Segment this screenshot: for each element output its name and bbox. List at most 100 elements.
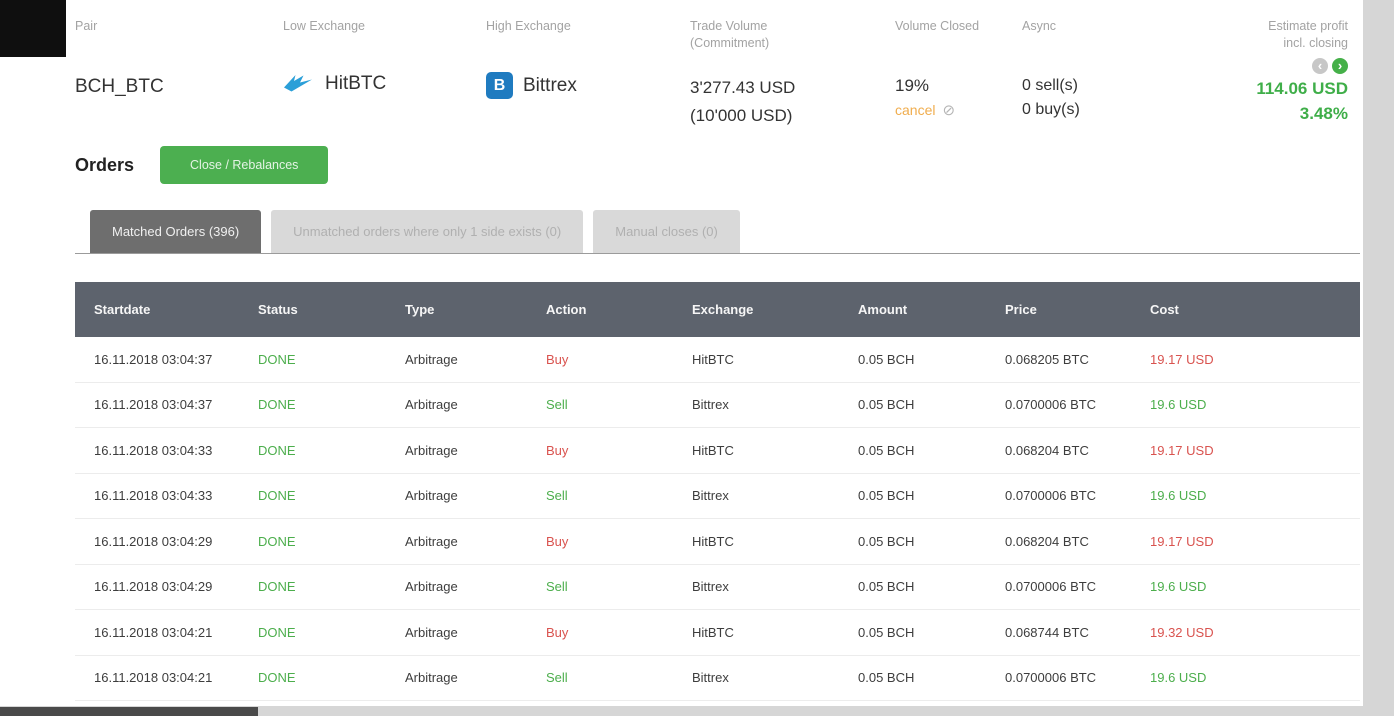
table-row: 16.11.2018 03:04:33 DONE Arbitrage Sell …	[75, 474, 1360, 520]
high-exchange-value: Bittrex	[523, 75, 577, 97]
table-row: 16.11.2018 03:04:21 DONE Arbitrage Buy H…	[75, 610, 1360, 656]
cell-cost: 19.32 USD	[1150, 625, 1360, 640]
trade-volume-value: 3'277.43 USD	[690, 74, 895, 102]
header-type: Type	[405, 302, 546, 317]
cell-startdate: 16.11.2018 03:04:21	[94, 625, 258, 640]
high-exchange-column-label: High Exchange	[486, 18, 690, 52]
table-row: 16.11.2018 03:04:37 DONE Arbitrage Sell …	[75, 383, 1360, 429]
cell-type: Arbitrage	[405, 625, 546, 640]
table-row: 16.11.2018 03:04:33 DONE Arbitrage Buy H…	[75, 428, 1360, 474]
cell-price: 0.068205 BTC	[1005, 352, 1150, 367]
trade-volume-label-line2: (Commitment)	[690, 36, 769, 50]
cell-action: Sell	[546, 397, 692, 412]
cell-status: DONE	[258, 488, 405, 503]
cell-action: Sell	[546, 670, 692, 685]
cancel-icon: ⊘	[942, 103, 955, 118]
pair-column-label: Pair	[75, 18, 283, 52]
header-action: Action	[546, 302, 692, 317]
async-buys-value: 0 buy(s)	[1022, 98, 1182, 122]
volume-closed-column: Volume Closed 19% cancel ⊘	[895, 18, 1022, 130]
cell-cost: 19.6 USD	[1150, 397, 1360, 412]
cell-cost: 19.17 USD	[1150, 443, 1360, 458]
cell-action: Buy	[546, 443, 692, 458]
cell-startdate: 16.11.2018 03:04:33	[94, 443, 258, 458]
cell-exchange: Bittrex	[692, 670, 858, 685]
header-startdate: Startdate	[94, 302, 258, 317]
cell-price: 0.0700006 BTC	[1005, 579, 1150, 594]
arbitrage-dashboard: Pair BCH_BTC Low Exchange HitBTC High Ex…	[0, 0, 1394, 716]
tab-unmatched-orders[interactable]: Unmatched orders where only 1 side exist…	[271, 210, 583, 253]
async-column-label: Async	[1022, 18, 1182, 52]
cancel-label[interactable]: cancel	[895, 102, 935, 118]
next-pair-button[interactable]: ›	[1332, 58, 1348, 74]
orders-table-header: Startdate Status Type Action Exchange Am…	[75, 282, 1360, 337]
table-row: 16.11.2018 03:04:29 DONE Arbitrage Buy H…	[75, 519, 1360, 565]
trade-volume-commitment: (10'000 USD)	[690, 102, 895, 130]
cell-exchange: Bittrex	[692, 488, 858, 503]
video-artifact-right-edge	[1363, 0, 1394, 716]
cell-startdate: 16.11.2018 03:04:29	[94, 534, 258, 549]
position-summary: Pair BCH_BTC Low Exchange HitBTC High Ex…	[75, 18, 1348, 130]
cell-startdate: 16.11.2018 03:04:33	[94, 488, 258, 503]
estimate-profit-column-label: Estimate profit incl. closing	[1182, 18, 1348, 52]
async-column: Async 0 sell(s) 0 buy(s)	[1022, 18, 1182, 130]
cell-price: 0.068204 BTC	[1005, 534, 1150, 549]
low-exchange-column: Low Exchange HitBTC	[283, 18, 486, 130]
orders-header: Orders Close / Rebalances	[75, 146, 1348, 184]
table-row: 16.11.2018 03:04:29 DONE Arbitrage Sell …	[75, 565, 1360, 611]
cell-amount: 0.05 BCH	[858, 579, 1005, 594]
cell-startdate: 16.11.2018 03:04:37	[94, 397, 258, 412]
cell-price: 0.0700006 BTC	[1005, 488, 1150, 503]
cell-exchange: HitBTC	[692, 352, 858, 367]
estimate-profit-label-line2: incl. closing	[1283, 36, 1348, 50]
header-amount: Amount	[858, 302, 1005, 317]
orders-table: Startdate Status Type Action Exchange Am…	[75, 282, 1360, 701]
cell-exchange: Bittrex	[692, 397, 858, 412]
async-sells-value: 0 sell(s)	[1022, 74, 1182, 98]
close-rebalances-button[interactable]: Close / Rebalances	[160, 146, 328, 184]
cell-price: 0.068744 BTC	[1005, 625, 1150, 640]
hitbtc-logo-icon	[283, 72, 315, 96]
cell-action: Buy	[546, 534, 692, 549]
cell-action: Buy	[546, 352, 692, 367]
cell-amount: 0.05 BCH	[858, 534, 1005, 549]
cell-type: Arbitrage	[405, 397, 546, 412]
cell-amount: 0.05 BCH	[858, 352, 1005, 367]
cell-exchange: HitBTC	[692, 443, 858, 458]
cancel-action[interactable]: cancel ⊘	[895, 102, 1022, 118]
orders-title: Orders	[75, 155, 134, 176]
tab-matched-orders[interactable]: Matched Orders (396)	[90, 210, 261, 253]
trade-volume-column: Trade Volume (Commitment) 3'277.43 USD (…	[690, 18, 895, 130]
cell-cost: 19.6 USD	[1150, 579, 1360, 594]
tab-manual-closes[interactable]: Manual closes (0)	[593, 210, 740, 253]
pair-column: Pair BCH_BTC	[75, 18, 283, 130]
video-artifact-bottom-left	[0, 707, 258, 716]
trade-volume-column-label: Trade Volume (Commitment)	[690, 18, 895, 52]
table-row: 16.11.2018 03:04:21 DONE Arbitrage Sell …	[75, 656, 1360, 702]
low-exchange-column-label: Low Exchange	[283, 18, 486, 52]
prev-pair-button[interactable]: ‹	[1312, 58, 1328, 74]
cell-status: DONE	[258, 534, 405, 549]
cell-type: Arbitrage	[405, 579, 546, 594]
cell-startdate: 16.11.2018 03:04:37	[94, 352, 258, 367]
orders-table-body: 16.11.2018 03:04:37 DONE Arbitrage Buy H…	[75, 337, 1360, 701]
cell-type: Arbitrage	[405, 488, 546, 503]
bittrex-logo-icon: B	[486, 72, 513, 99]
estimate-profit-percent: 3.48%	[1182, 104, 1348, 124]
estimate-profit-label-line1: Estimate profit	[1268, 19, 1348, 33]
table-row: 16.11.2018 03:04:37 DONE Arbitrage Buy H…	[75, 337, 1360, 383]
cell-status: DONE	[258, 625, 405, 640]
cell-action: Sell	[546, 579, 692, 594]
cell-status: DONE	[258, 579, 405, 594]
pair-value: BCH_BTC	[75, 76, 283, 98]
cell-exchange: HitBTC	[692, 625, 858, 640]
cell-amount: 0.05 BCH	[858, 488, 1005, 503]
cell-cost: 19.17 USD	[1150, 352, 1360, 367]
header-price: Price	[1005, 302, 1150, 317]
cell-status: DONE	[258, 397, 405, 412]
cell-status: DONE	[258, 670, 405, 685]
cell-type: Arbitrage	[405, 670, 546, 685]
trade-volume-label-line1: Trade Volume	[690, 19, 767, 33]
cell-status: DONE	[258, 443, 405, 458]
cell-price: 0.0700006 BTC	[1005, 670, 1150, 685]
